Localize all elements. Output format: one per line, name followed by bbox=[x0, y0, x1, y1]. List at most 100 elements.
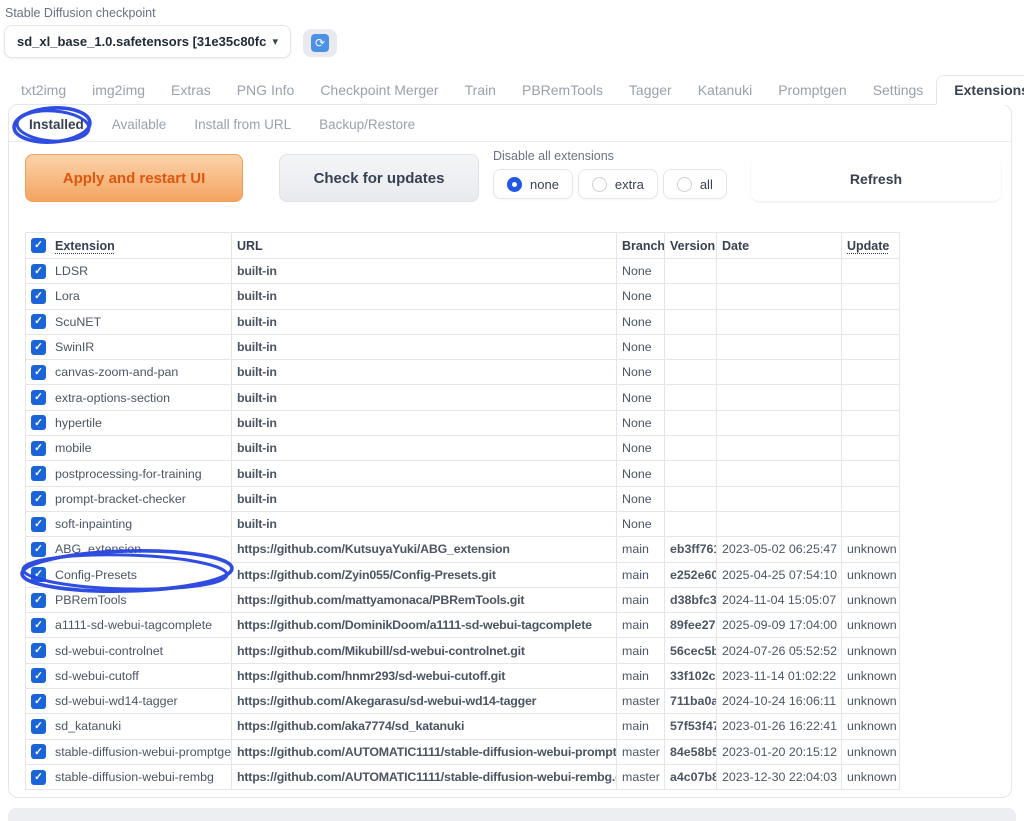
tab-checkpoint-merger[interactable]: Checkpoint Merger bbox=[307, 75, 451, 104]
column-header-url: URL bbox=[232, 233, 617, 259]
next-section-edge bbox=[8, 808, 1016, 821]
tab-img2img[interactable]: img2img bbox=[79, 75, 158, 104]
extension-name: sd-webui-cutoff bbox=[55, 669, 139, 683]
tab-tagger[interactable]: Tagger bbox=[616, 75, 685, 104]
extension-checkbox[interactable]: ✓ bbox=[31, 264, 46, 279]
extension-checkbox[interactable]: ✓ bbox=[31, 340, 46, 355]
extension-url: built-in bbox=[232, 284, 617, 309]
column-header-extension[interactable]: Extension bbox=[55, 239, 115, 253]
extension-version: eb3ff761 bbox=[665, 537, 717, 562]
tab-train[interactable]: Train bbox=[452, 75, 509, 104]
extension-checkbox[interactable]: ✓ bbox=[31, 314, 46, 329]
extension-url: https://github.com/aka7774/sd_katanuki bbox=[232, 714, 617, 739]
extension-checkbox[interactable]: ✓ bbox=[31, 770, 46, 785]
extension-version: d38bfc3c bbox=[665, 587, 717, 612]
extension-update: unknown bbox=[842, 613, 900, 638]
radio-option-all[interactable]: all bbox=[663, 169, 727, 199]
extension-name: soft-inpainting bbox=[55, 517, 132, 531]
table-row: ✓ hypertile built-in None bbox=[26, 410, 900, 435]
extension-branch: main bbox=[617, 587, 665, 612]
table-row: ✓ postprocessing-for-training built-in N… bbox=[26, 461, 900, 486]
extension-update: unknown bbox=[842, 739, 900, 764]
table-row: ✓ prompt-bracket-checker built-in None bbox=[26, 486, 900, 511]
column-header-version: Version bbox=[665, 233, 717, 259]
tab-settings[interactable]: Settings bbox=[860, 75, 937, 104]
refresh-extensions-button[interactable]: Refresh bbox=[751, 157, 1001, 201]
tab-katanuki[interactable]: Katanuki bbox=[685, 75, 765, 104]
extension-url: https://github.com/Zyin055/Config-Preset… bbox=[232, 562, 617, 587]
extension-update: unknown bbox=[842, 689, 900, 714]
extension-url: built-in bbox=[232, 385, 617, 410]
radio-selected-icon bbox=[507, 177, 522, 192]
apply-and-restart-button[interactable]: Apply and restart UI bbox=[25, 154, 243, 202]
tab-pbremtools[interactable]: PBRemTools bbox=[509, 75, 616, 104]
extension-branch: None bbox=[617, 436, 665, 461]
extension-checkbox[interactable]: ✓ bbox=[31, 415, 46, 430]
select-all-checkbox[interactable]: ✓ bbox=[31, 238, 46, 253]
tab-png-info[interactable]: PNG Info bbox=[224, 75, 308, 104]
extension-checkbox[interactable]: ✓ bbox=[31, 567, 46, 582]
extension-checkbox[interactable]: ✓ bbox=[31, 365, 46, 380]
extension-version bbox=[665, 461, 717, 486]
extension-url: https://github.com/Akegarasu/sd-webui-wd… bbox=[232, 689, 617, 714]
extension-checkbox[interactable]: ✓ bbox=[31, 694, 46, 709]
extensions-subtabs: Installed Available Install from URL Bac… bbox=[9, 105, 1011, 142]
extension-checkbox[interactable]: ✓ bbox=[31, 466, 46, 481]
extension-checkbox[interactable]: ✓ bbox=[31, 491, 46, 506]
extension-name: a1111-sd-webui-tagcomplete bbox=[55, 618, 212, 632]
tab-txt2img[interactable]: txt2img bbox=[8, 75, 79, 104]
extension-name: extra-options-section bbox=[55, 391, 170, 405]
extensions-table-body: ✓ LDSR built-in None ✓ Lora built-in Non… bbox=[26, 259, 900, 790]
extension-checkbox[interactable]: ✓ bbox=[31, 593, 46, 608]
check-for-updates-button[interactable]: Check for updates bbox=[279, 154, 479, 202]
extension-name: postprocessing-for-training bbox=[55, 467, 202, 481]
column-header-update[interactable]: Update bbox=[847, 239, 889, 253]
extension-checkbox[interactable]: ✓ bbox=[31, 289, 46, 304]
extension-date bbox=[717, 486, 842, 511]
extension-version bbox=[665, 284, 717, 309]
extension-checkbox[interactable]: ✓ bbox=[31, 517, 46, 532]
subtab-installed[interactable]: Installed bbox=[29, 117, 84, 132]
radio-option-extra[interactable]: extra bbox=[578, 169, 658, 199]
subtab-install-from-url[interactable]: Install from URL bbox=[194, 117, 291, 132]
table-row: ✓ ScuNET built-in None bbox=[26, 309, 900, 334]
extension-checkbox[interactable]: ✓ bbox=[31, 618, 46, 633]
table-row: ✓ sd_katanuki https://github.com/aka7774… bbox=[26, 714, 900, 739]
extension-checkbox[interactable]: ✓ bbox=[31, 390, 46, 405]
extension-checkbox[interactable]: ✓ bbox=[31, 744, 46, 759]
table-row: ✓ sd-webui-controlnet https://github.com… bbox=[26, 638, 900, 663]
extension-name: PBRemTools bbox=[55, 593, 127, 607]
subtab-available[interactable]: Available bbox=[112, 117, 167, 132]
refresh-checkpoints-button[interactable]: ⟳ bbox=[303, 29, 337, 57]
extension-date: 2023-11-14 01:02:22 bbox=[717, 663, 842, 688]
extension-name: stable-diffusion-webui-rembg bbox=[55, 770, 214, 784]
table-row: ✓ sd-webui-wd14-tagger https://github.co… bbox=[26, 689, 900, 714]
extension-version: a4c07b85 bbox=[665, 764, 717, 789]
extension-branch: main bbox=[617, 537, 665, 562]
subtab-backup-restore[interactable]: Backup/Restore bbox=[319, 117, 415, 132]
extension-url: built-in bbox=[232, 511, 617, 536]
extension-url: https://github.com/AUTOMATIC1111/stable-… bbox=[232, 764, 617, 789]
extension-name: SwinIR bbox=[55, 340, 94, 354]
extension-checkbox[interactable]: ✓ bbox=[31, 542, 46, 557]
extension-date bbox=[717, 360, 842, 385]
extension-url: https://github.com/mattyamonaca/PBRemToo… bbox=[232, 587, 617, 612]
tab-promptgen[interactable]: Promptgen bbox=[765, 75, 859, 104]
tab-extensions[interactable]: Extensions bbox=[936, 75, 1024, 105]
extension-date bbox=[717, 436, 842, 461]
radio-option-none[interactable]: none bbox=[493, 169, 573, 199]
extension-date: 2023-12-30 22:04:03 bbox=[717, 764, 842, 789]
extension-checkbox[interactable]: ✓ bbox=[31, 643, 46, 658]
tab-extras[interactable]: Extras bbox=[158, 75, 224, 104]
extension-update: unknown bbox=[842, 562, 900, 587]
extension-date bbox=[717, 334, 842, 359]
extension-checkbox[interactable]: ✓ bbox=[31, 668, 46, 683]
checkpoint-dropdown[interactable]: sd_xl_base_1.0.safetensors [31e35c80fc] … bbox=[4, 25, 291, 58]
radio-label: extra bbox=[615, 177, 644, 192]
extension-branch: None bbox=[617, 334, 665, 359]
extension-checkbox[interactable]: ✓ bbox=[31, 441, 46, 456]
extension-update bbox=[842, 309, 900, 334]
extension-version bbox=[665, 385, 717, 410]
extension-checkbox[interactable]: ✓ bbox=[31, 719, 46, 734]
extension-date: 2023-05-02 06:25:47 bbox=[717, 537, 842, 562]
